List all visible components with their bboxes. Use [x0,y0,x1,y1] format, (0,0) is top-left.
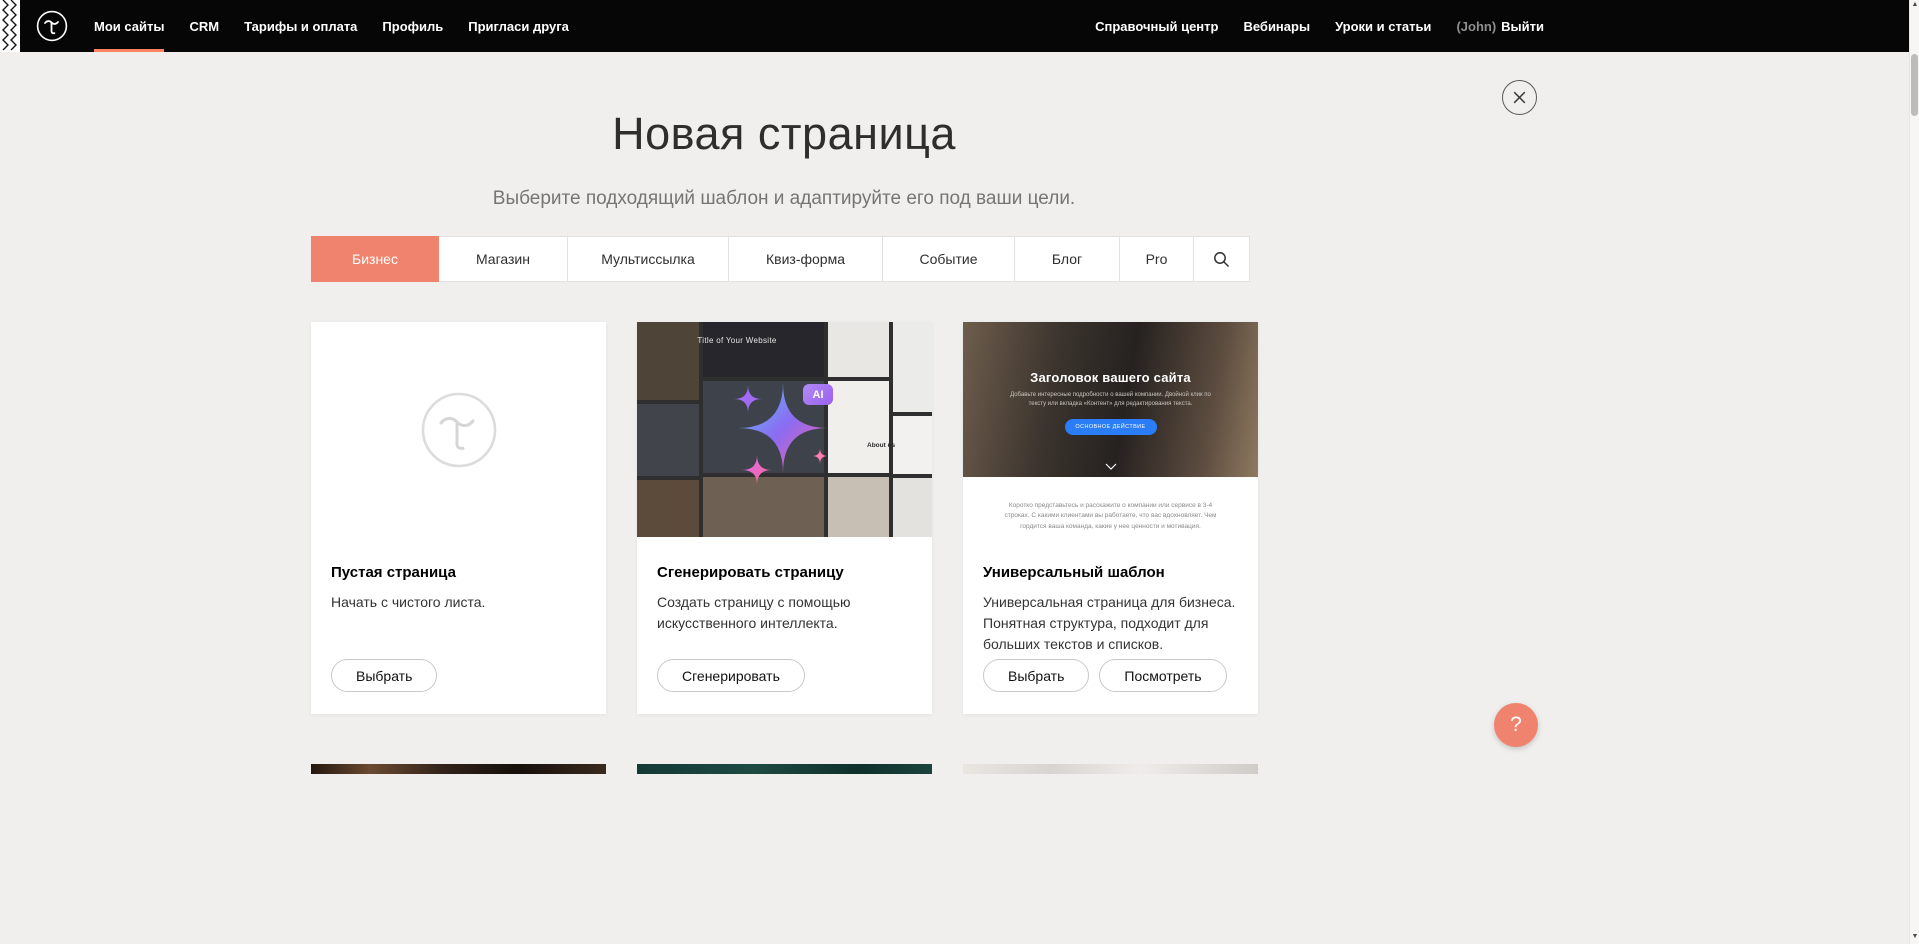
card-description: Создать страницу с помощью искусственног… [657,592,912,634]
nav-item-tariffs[interactable]: Тарифы и оплата [244,0,357,52]
blank-preview [311,322,606,537]
zigzag-decoration [0,0,20,52]
template-card-blank: Пустая страница Начать с чистого листа. … [311,322,606,714]
help-button[interactable]: ? [1494,703,1538,747]
nav-item-profile[interactable]: Профиль [382,0,443,52]
template-hero-text: Добавьте интересные подробности о вашей … [1004,391,1216,410]
app-root: Мои сайты CRM Тарифы и оплата Профиль Пр… [0,0,1919,944]
account-area: (John) Выйти [1456,0,1544,52]
next-row-card-preview[interactable] [963,764,1258,774]
card-title: Пустая страница [331,564,586,581]
card-title: Универсальный шаблон [983,564,1238,581]
template-hero-title: Заголовок вашего сайта [963,370,1258,385]
template-category-tabs: Бизнес Магазин Мультиссылка Квиз-форма С… [311,236,1250,282]
template-body-text: Коротко представьтесь и расскажите о ком… [995,501,1225,532]
template-hero: Заголовок вашего сайта Добавьте интересн… [963,322,1258,477]
tilda-logo[interactable] [36,10,68,42]
scrollbar-down-arrow[interactable]: ▼ [1910,932,1919,942]
user-name: (John) [1456,19,1496,34]
tab-business[interactable]: Бизнес [311,236,439,282]
main-nav: Мои сайты CRM Тарифы и оплата Профиль Пр… [94,0,594,52]
secondary-nav: Справочный центр Вебинары Уроки и статьи… [1070,0,1544,52]
nav-item-crm[interactable]: CRM [189,0,219,52]
next-row-card-preview[interactable] [311,764,606,774]
nav-item-lessons[interactable]: Уроки и статьи [1335,0,1431,52]
tab-event[interactable]: Событие [882,236,1015,282]
tilda-watermark-icon [419,390,499,470]
card-actions: Выбрать [331,659,437,692]
tab-shop[interactable]: Магазин [438,236,568,282]
scrollbar[interactable]: ▲ ▼ [1909,0,1919,944]
nav-item-help-center[interactable]: Справочный центр [1095,0,1218,52]
tab-quiz-form[interactable]: Квиз-форма [728,236,883,282]
card-title: Сгенерировать страницу [657,564,912,581]
card-actions: Выбрать Посмотреть [983,659,1227,692]
tab-search[interactable] [1193,236,1250,282]
next-row-card-preview[interactable] [637,764,932,774]
template-card-universal: Заголовок вашего сайта Добавьте интересн… [963,322,1258,714]
universal-template-preview: Заголовок вашего сайта Добавьте интересн… [963,322,1258,546]
generate-button[interactable]: Сгенерировать [657,659,805,692]
card-description: Начать с чистого листа. [331,592,586,613]
template-hero-button: основное действие [1065,419,1157,435]
tab-pro[interactable]: Pro [1119,236,1194,282]
card-actions: Сгенерировать [657,659,805,692]
ai-badge: AI [803,384,833,405]
card-description: Универсальная страница для бизнеса. Поня… [983,592,1238,655]
scrollbar-thumb[interactable] [1911,54,1918,116]
choose-blank-button[interactable]: Выбрать [331,659,437,692]
top-nav-content: Мои сайты CRM Тарифы и оплата Профиль Пр… [0,0,1568,52]
choose-universal-button[interactable]: Выбрать [983,659,1089,692]
nav-item-webinars[interactable]: Вебинары [1243,0,1310,52]
template-cards-row: Пустая страница Начать с чистого листа. … [311,322,1258,714]
ai-collage-preview: Title of Your Website About us [637,322,932,537]
top-nav-bar: Мои сайты CRM Тарифы и оплата Профиль Пр… [0,0,1919,52]
close-button[interactable] [1502,80,1537,115]
preview-universal-button[interactable]: Посмотреть [1099,659,1226,692]
close-icon [1513,91,1526,104]
page-title: Новая страница [0,108,1568,160]
nav-item-my-sites[interactable]: Мои сайты [94,0,164,52]
question-icon: ? [1510,713,1522,737]
logout-button[interactable]: Выйти [1501,19,1544,34]
card-info: Пустая страница Начать с чистого листа. [311,537,606,613]
tab-blog[interactable]: Блог [1014,236,1120,282]
chevron-down-icon [1105,463,1117,470]
page-subtitle: Выберите подходящий шаблон и адаптируйте… [0,188,1568,210]
template-cards-next-row [311,764,1258,774]
ai-sparkle-icon [637,322,932,537]
card-info: Универсальный шаблон Универсальная стран… [963,546,1258,655]
template-body: Коротко представьтесь и расскажите о ком… [963,477,1258,546]
card-info: Сгенерировать страницу Создать страницу … [637,537,932,634]
nav-item-invite-friend[interactable]: Пригласи друга [468,0,569,52]
scrollbar-up-arrow[interactable]: ▲ [1910,0,1919,10]
tab-multilink[interactable]: Мультиссылка [567,236,729,282]
search-icon [1213,251,1230,268]
template-card-ai-generate: Title of Your Website About us [637,322,932,714]
